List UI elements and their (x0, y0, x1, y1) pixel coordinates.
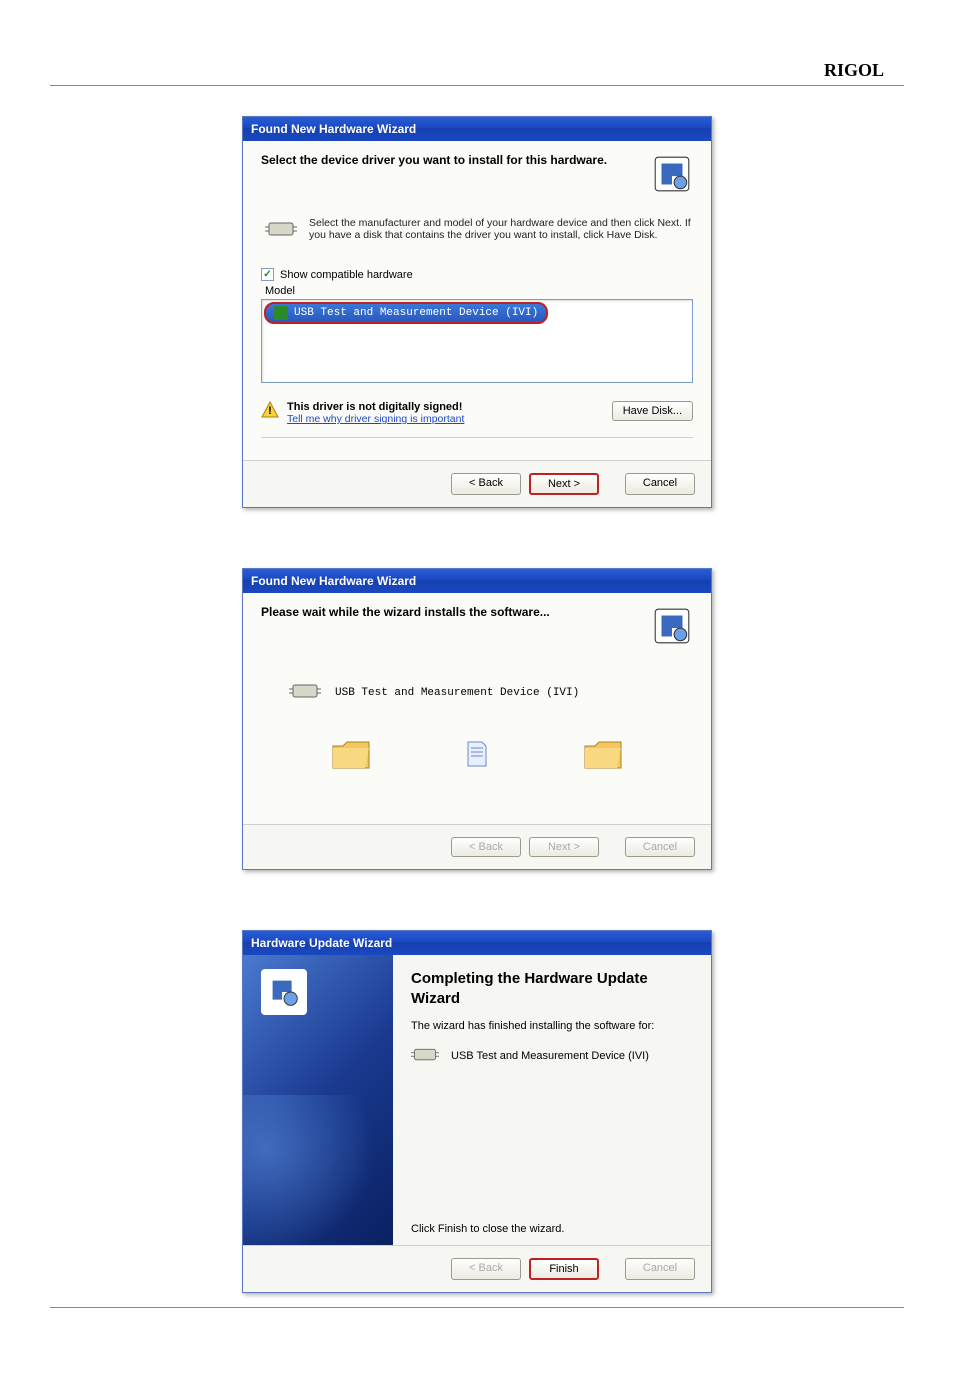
model-listbox[interactable]: USB Test and Measurement Device (IVI) (261, 299, 693, 383)
next-button[interactable]: Next > (529, 473, 599, 495)
dialog-completing: Hardware Update Wizard Completing the Ha… (242, 930, 712, 1293)
titlebar: Found New Hardware Wizard (243, 569, 711, 593)
installing-item: USB Test and Measurement Device (IVI) (335, 687, 579, 699)
model-item-label: USB Test and Measurement Device (IVI) (294, 307, 538, 319)
checkbox-icon (261, 268, 274, 281)
warning-text: This driver is not digitally signed! (287, 401, 604, 413)
file-flying-icon (466, 740, 488, 768)
button-row: < Back Next > Cancel (243, 824, 711, 869)
titlebar: Found New Hardware Wizard (243, 117, 711, 141)
finish-button[interactable]: Finish (529, 1258, 599, 1280)
footer-rule (50, 1307, 904, 1308)
button-row: < Back Finish Cancel (243, 1245, 711, 1292)
chip-icon (411, 1044, 439, 1068)
show-compatible-checkbox[interactable]: Show compatible hardware (261, 268, 693, 281)
back-button[interactable]: < Back (451, 473, 521, 495)
have-disk-button[interactable]: Have Disk... (612, 401, 693, 421)
device-wizard-icon (261, 969, 307, 1015)
dialog-heading: Completing the Hardware Update Wizard (411, 969, 693, 1008)
wizard-sidebar-image (243, 955, 393, 1245)
close-instruction: Click Finish to close the wizard. (411, 1215, 693, 1235)
back-button: < Back (451, 1258, 521, 1280)
warning-icon: ! (261, 401, 279, 419)
folder-source-icon (331, 736, 371, 772)
device-small-icon (274, 306, 288, 320)
back-button: < Back (451, 837, 521, 857)
model-item-selected[interactable]: USB Test and Measurement Device (IVI) (264, 302, 548, 324)
svg-text:!: ! (268, 405, 272, 417)
dialog-installing: Found New Hardware Wizard Please wait wh… (242, 568, 712, 870)
button-row: < Back Next > Cancel (243, 460, 711, 507)
progress-animation (261, 736, 693, 772)
installed-item: USB Test and Measurement Device (IVI) (451, 1050, 649, 1062)
dialog-subtext: The wizard has finished installing the s… (411, 1020, 693, 1032)
dialog-heading: Please wait while the wizard installs th… (261, 605, 641, 619)
dialog-instructions: Select the manufacturer and model of you… (309, 217, 693, 244)
folder-dest-icon (583, 736, 623, 772)
titlebar: Hardware Update Wizard (243, 931, 711, 955)
device-wizard-icon (651, 605, 693, 647)
chip-icon (265, 217, 297, 244)
dialog-heading: Select the device driver you want to ins… (261, 153, 641, 167)
model-list-label: Model (265, 285, 693, 297)
page-header: RIGOL (50, 60, 904, 86)
cancel-button[interactable]: Cancel (625, 473, 695, 495)
cancel-button: Cancel (625, 1258, 695, 1280)
driver-signing-link[interactable]: Tell me why driver signing is important (287, 413, 464, 425)
next-button: Next > (529, 837, 599, 857)
dialog-select-driver: Found New Hardware Wizard Select the dev… (242, 116, 712, 508)
cancel-button: Cancel (625, 837, 695, 857)
device-wizard-icon (651, 153, 693, 195)
checkbox-label: Show compatible hardware (280, 269, 413, 281)
brand-text: RIGOL (824, 60, 884, 80)
chip-icon (289, 679, 321, 706)
